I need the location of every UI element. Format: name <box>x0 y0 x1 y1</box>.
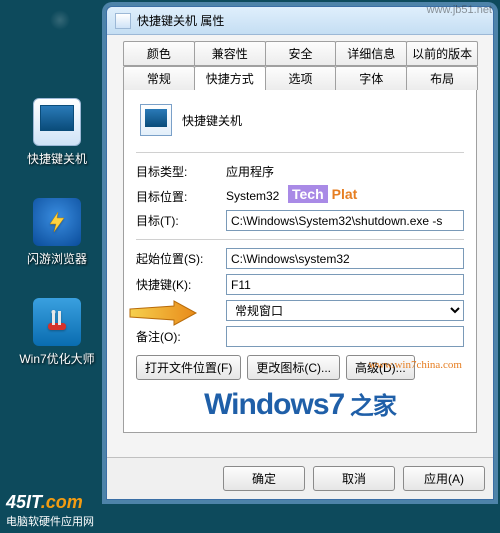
desktop-icon-win7-optimizer[interactable]: Win7优化大师 <box>18 298 96 367</box>
watermark-brand: 45IT <box>6 492 41 512</box>
watermark-bottom-left: 45IT.com 电脑软硬件应用网 <box>6 492 94 529</box>
tab-details[interactable]: 详细信息 <box>335 41 407 66</box>
dialog-footer: 确定 取消 应用(A) <box>107 457 493 499</box>
desktop-icon-shortcut-shutdown[interactable]: 快捷键关机 <box>18 98 96 167</box>
start-in-input[interactable] <box>226 248 464 269</box>
target-type-label: 目标类型: <box>136 163 218 180</box>
tab-shortcut[interactable]: 快捷方式 <box>194 66 266 90</box>
desktop-icon-label: Win7优化大师 <box>18 350 96 367</box>
swiss-knife-icon <box>33 298 81 346</box>
watermark-brand-dotcom: .com <box>41 492 83 512</box>
properties-window: 快捷键关机 属性 颜色 兼容性 安全 详细信息 以前的版本 常规 快捷方式 选项… <box>106 6 494 500</box>
run-mode-select[interactable]: 常规窗口 <box>226 300 464 321</box>
tab-compatibility[interactable]: 兼容性 <box>194 41 266 66</box>
target-input[interactable] <box>226 210 464 231</box>
watermark-tagline: 电脑软硬件应用网 <box>6 513 94 529</box>
target-location-label: 目标位置: <box>136 188 218 205</box>
tab-previous-versions[interactable]: 以前的版本 <box>406 41 478 66</box>
watermark-top-right: www.jb51.net <box>427 4 492 16</box>
window-title: 快捷键关机 属性 <box>137 12 224 29</box>
desktop-icon-flash-browser[interactable]: 闪游浏览器 <box>18 198 96 267</box>
separator <box>136 239 464 240</box>
comment-input[interactable] <box>226 326 464 347</box>
desktop-background: 快捷键关机 闪游浏览器 Win7优化大师 www.jb51.net 45IT.c… <box>0 0 500 533</box>
start-in-label: 起始位置(S): <box>136 250 218 267</box>
open-file-location-button[interactable]: 打开文件位置(F) <box>136 355 241 380</box>
tab-color[interactable]: 颜色 <box>123 41 195 66</box>
run-mode-label: 运行方式(R): <box>136 302 218 319</box>
techplat-watermark: TechPlat <box>288 185 361 203</box>
tab-font[interactable]: 字体 <box>335 66 407 90</box>
titlebar-system-icon <box>115 13 131 29</box>
desktop-icon-label: 快捷键关机 <box>18 150 96 167</box>
apply-button[interactable]: 应用(A) <box>403 466 485 491</box>
shortcut-file-icon <box>33 98 81 146</box>
shortcut-header-label: 快捷键关机 <box>182 112 242 129</box>
shortcut-key-label: 快捷键(K): <box>136 276 218 293</box>
tab-options[interactable]: 选项 <box>265 66 337 90</box>
tab-security[interactable]: 安全 <box>265 41 337 66</box>
win7china-url-watermark: www.win7china.com <box>369 359 462 371</box>
ok-button[interactable]: 确定 <box>223 466 305 491</box>
separator <box>136 152 464 153</box>
comment-label: 备注(O): <box>136 328 218 345</box>
target-label: 目标(T): <box>136 212 218 229</box>
tab-strip: 颜色 兼容性 安全 详细信息 以前的版本 常规 快捷方式 选项 字体 布局 <box>115 35 485 433</box>
shortcut-key-input[interactable] <box>226 274 464 295</box>
windows7-home-watermark: Windows7 之家 <box>136 386 464 422</box>
highlight-arrow-icon <box>128 300 198 326</box>
change-icon-button[interactable]: 更改图标(C)... <box>247 355 340 380</box>
desktop-icon-label: 闪游浏览器 <box>18 250 96 267</box>
tab-layout[interactable]: 布局 <box>406 66 478 90</box>
lightning-icon <box>33 198 81 246</box>
target-type-value: 应用程序 <box>226 161 464 182</box>
tab-general[interactable]: 常规 <box>123 66 195 90</box>
shortcut-tab-panel: 快捷键关机 目标类型: 应用程序 目标位置: System32 TechPlat <box>123 89 477 433</box>
target-location-value: System32 TechPlat <box>226 187 464 205</box>
shortcut-large-icon <box>140 104 172 136</box>
cancel-button[interactable]: 取消 <box>313 466 395 491</box>
